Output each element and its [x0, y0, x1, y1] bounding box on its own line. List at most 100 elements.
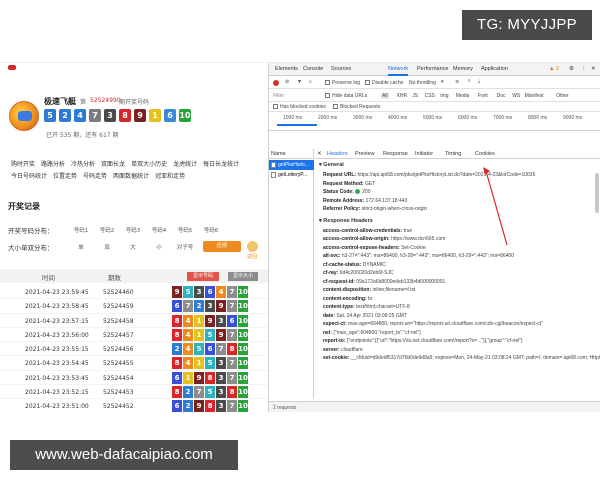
issue-tail: 期开奖号码 — [119, 99, 150, 106]
nav-link[interactable]: 冠亚和走势 — [155, 171, 185, 180]
nav-link[interactable]: 龙虎统计 — [173, 159, 197, 168]
row-issue: 52524456 — [103, 346, 134, 354]
lottery-logo — [9, 101, 39, 131]
row-numbers: 6 7 2 3 9 7 10 — [172, 300, 248, 313]
row-time: 2021-04-23 23:56:00 — [25, 331, 89, 339]
number-cell: 10 — [238, 314, 248, 327]
number-cell: 9 — [205, 314, 215, 327]
result-ball: 5 — [44, 109, 56, 122]
number-cell: 7 — [227, 286, 237, 298]
nav-link[interactable]: 位置走势 — [53, 171, 77, 180]
number-cell: 6 — [172, 300, 182, 313]
number-cell: 7 — [227, 328, 237, 341]
number-cell: 10 — [238, 343, 248, 356]
nav-row-2: 今日号码统计 位置走势 号码走势 两面数据统计 冠亚和走势 — [11, 171, 185, 180]
col-issue: 期数 — [108, 274, 121, 282]
nav-link[interactable]: 两面数据统计 — [113, 171, 149, 180]
table-row: 2021-04-23 23:52:15 52524453 8 2 7 5 3 8 10 — [0, 385, 268, 400]
row-numbers: 6 2 9 8 3 7 10 — [172, 400, 248, 412]
row-issue: 52524453 — [103, 389, 134, 397]
number-cell: 8 — [227, 386, 237, 399]
filter-number-option[interactable]: 号码3 — [120, 226, 146, 234]
filter-size-option[interactable]: 单 — [68, 243, 94, 251]
result-ball: 9 — [134, 109, 146, 122]
number-cell: 5 — [205, 386, 215, 399]
issue-stats: 已开 535 期，还有 617 期 — [46, 132, 119, 139]
number-cell: 8 — [205, 400, 215, 412]
number-cell: 4 — [183, 328, 193, 341]
number-cell: 1 — [183, 371, 193, 384]
nav-link[interactable]: 路路分析 — [41, 159, 65, 168]
nav-link[interactable]: 单双大小历史 — [131, 159, 167, 168]
number-cell: 9 — [194, 371, 204, 384]
back-circle-icon[interactable] — [247, 241, 258, 252]
devtools-panel: ▲ 2 ⚙ ⋮ ✕ Elements Console Sources Network P… — [268, 63, 600, 412]
issue-label: 第 — [80, 99, 87, 106]
row-issue: 52524457 — [103, 331, 134, 339]
number-cell: 7 — [216, 343, 226, 356]
filter-size-option[interactable]: 大 — [120, 243, 146, 251]
table-row: 2021-04-23 23:53:45 52524454 6 1 9 8 3 7 10 — [0, 371, 268, 386]
result-ball: 1 — [149, 109, 161, 122]
filter-size-option[interactable]: 对子号 — [172, 243, 198, 251]
nav-link[interactable]: 购时开奖 — [11, 159, 35, 168]
table-row: 2021-04-23 23:55:15 52524456 2 4 5 6 7 8 10 — [0, 342, 268, 357]
nav-link[interactable]: 每日长龙统计 — [203, 159, 239, 168]
number-cell: 3 — [216, 400, 226, 412]
filter-number-option[interactable]: 号码5 — [172, 226, 198, 234]
table-row: 2021-04-23 23:54:45 52524455 8 4 1 5 3 7 10 — [0, 356, 268, 371]
number-cell: 3 — [205, 300, 215, 313]
back-label: 返回 — [247, 254, 258, 260]
site-watermark: www.web-dafacaipiao.com — [10, 440, 238, 470]
number-cell: 10 — [238, 386, 248, 399]
result-balls: 5 2 4 7 3 8 9 1 6 10 — [44, 109, 191, 122]
number-cell: 3 — [216, 314, 226, 327]
result-ball: 2 — [59, 109, 71, 122]
number-cell: 10 — [238, 371, 248, 384]
nav-link[interactable]: 号码走势 — [83, 171, 107, 180]
number-cell: 4 — [216, 286, 226, 298]
number-cell: 1 — [194, 314, 204, 327]
row-time: 2021-04-23 23:58:45 — [25, 303, 89, 311]
row-issue: 52524460 — [103, 289, 134, 296]
filter-number-option[interactable]: 号码2 — [94, 226, 120, 234]
number-cell: 1 — [194, 328, 204, 341]
row-issue: 52524458 — [103, 317, 134, 325]
row-time: 2021-04-23 23:54:45 — [25, 360, 89, 368]
records-table-body: 2021-04-23 23:59:45 52524460 9 5 3 6 4 7 10 2021-… — [0, 285, 268, 412]
reset-button[interactable]: 还原 — [203, 241, 241, 252]
filter-number-options: 号码1 号码2 号码3 号码4 号码5 号码6 — [68, 226, 224, 234]
number-cell: 9 — [194, 400, 204, 412]
row-numbers: 6 1 9 8 3 7 10 — [172, 371, 248, 384]
number-cell: 3 — [216, 357, 226, 370]
row-numbers: 8 2 7 5 3 8 10 — [172, 386, 248, 399]
result-ball: 8 — [119, 109, 131, 122]
show-size-button[interactable]: 显示大小 — [228, 272, 258, 281]
number-cell: 4 — [183, 343, 193, 356]
number-cell: 10 — [238, 286, 248, 298]
number-cell: 3 — [194, 286, 204, 298]
nav-link[interactable]: 冷热分析 — [71, 159, 95, 168]
number-cell: 3 — [216, 386, 226, 399]
filter-size-option[interactable]: 双 — [94, 243, 120, 251]
filter-number-option[interactable]: 号码1 — [68, 226, 94, 234]
number-cell: 2 — [172, 343, 182, 356]
number-cell: 6 — [172, 371, 182, 384]
number-cell: 7 — [183, 300, 193, 313]
nav-link[interactable]: 双面长龙 — [101, 159, 125, 168]
row-time: 2021-04-23 23:59:45 — [25, 289, 89, 296]
filter-number-option[interactable]: 号码4 — [146, 226, 172, 234]
number-cell: 8 — [172, 328, 182, 341]
filter-number-option[interactable]: 号码6 — [198, 226, 224, 234]
number-cell: 7 — [227, 357, 237, 370]
number-cell: 8 — [205, 371, 215, 384]
number-cell: 5 — [205, 357, 215, 370]
number-cell: 5 — [183, 286, 193, 298]
number-cell: 5 — [194, 343, 204, 356]
filter-size-option[interactable]: 小 — [146, 243, 172, 251]
number-cell: 6 — [205, 343, 215, 356]
number-cell: 7 — [227, 300, 237, 313]
nav-link[interactable]: 今日号码统计 — [11, 171, 47, 180]
show-numbers-button[interactable]: 显示号码 — [187, 272, 219, 281]
number-cell: 10 — [238, 328, 248, 341]
